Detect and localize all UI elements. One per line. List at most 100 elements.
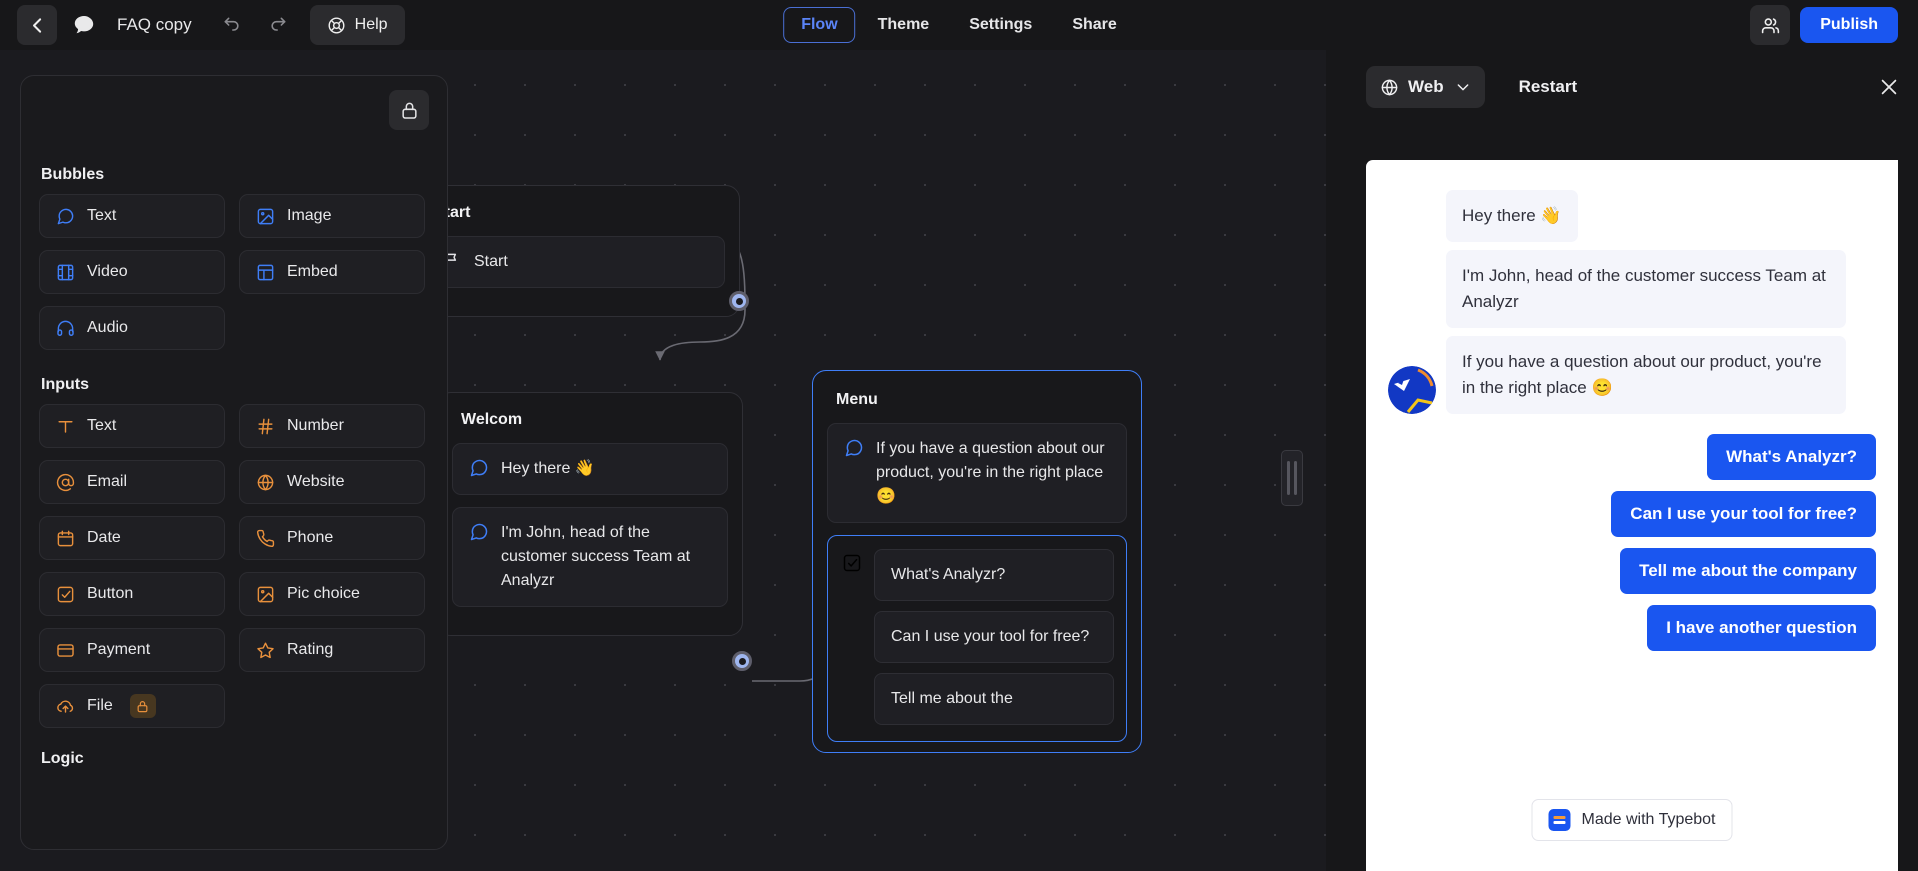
chat-preview: Hey there 👋 I'm John, head of the custom… xyxy=(1366,160,1898,871)
panel-resize-handle[interactable] xyxy=(1281,450,1303,506)
block-item-label: Text xyxy=(87,207,117,224)
image-icon xyxy=(256,584,276,604)
block-item-label: Number xyxy=(287,417,344,434)
group-menu[interactable]: Menu If you have a question about our pr… xyxy=(812,370,1142,753)
block-item-label: Video xyxy=(87,263,128,280)
typebot-logo-icon xyxy=(1548,809,1571,831)
section-title-inputs: Inputs xyxy=(41,376,89,393)
block-item-label: Audio xyxy=(87,319,128,336)
bot-message: If you have a question about our product… xyxy=(1446,336,1846,414)
globe-icon xyxy=(1380,78,1399,97)
chat-scroll-area[interactable]: Hey there 👋 I'm John, head of the custom… xyxy=(1366,160,1898,871)
chevron-down-icon xyxy=(1455,79,1471,95)
help-button[interactable]: Help xyxy=(309,5,405,45)
answer-button-whats-analyzr[interactable]: What's Analyzr? xyxy=(1707,434,1876,480)
answer-button-about-company[interactable]: Tell me about the company xyxy=(1620,548,1876,594)
preview-header: Web Restart xyxy=(1326,50,1918,124)
block-item-audio-bubble[interactable]: Audio xyxy=(39,306,225,350)
type-icon xyxy=(56,416,76,436)
group-welcom[interactable]: Welcom Hey there 👋 I'm John, head of the… xyxy=(437,392,752,671)
section-title-bubbles: Bubbles xyxy=(41,166,105,183)
top-bar-right: Publish xyxy=(1750,5,1898,45)
block-item-button-input[interactable]: Button xyxy=(39,572,225,616)
preview-source-select[interactable]: Web xyxy=(1366,66,1485,108)
group-title: Welcom xyxy=(461,411,523,428)
lock-sidebar-button[interactable] xyxy=(389,90,429,130)
block-label: I'm John, head of the customer success T… xyxy=(501,524,691,589)
block-item-label: Image xyxy=(287,207,332,224)
block-item-payment-input[interactable]: Payment xyxy=(39,628,225,672)
answer-choices: What's Analyzr? Can I use your tool for … xyxy=(1388,434,1876,651)
tab-share[interactable]: Share xyxy=(1054,7,1134,43)
group-start[interactable]: Start Start xyxy=(410,185,749,317)
block-item-label: Phone xyxy=(287,529,334,546)
block-item-date-input[interactable]: Date xyxy=(39,516,225,560)
lock-icon xyxy=(401,102,417,119)
made-with-typebot-badge[interactable]: Made with Typebot xyxy=(1531,799,1733,841)
collaborators-button[interactable] xyxy=(1750,5,1791,45)
block-item-label: Pic choice xyxy=(287,585,360,602)
phone-icon xyxy=(256,528,276,548)
choice-item-list: What's Analyzr? Can I use your tool for … xyxy=(874,549,1114,735)
output-port-start[interactable] xyxy=(729,291,749,311)
block-item-text-input[interactable]: Text xyxy=(39,404,225,448)
bubbles-block-grid: Text Image Video Embed Audio xyxy=(39,194,429,350)
block-item-label: Payment xyxy=(87,641,151,658)
block-button-choice[interactable]: What's Analyzr? Can I use your tool for … xyxy=(827,535,1127,742)
block-item-website-input[interactable]: Website xyxy=(239,460,425,504)
block-text-hey-there[interactable]: Hey there 👋 xyxy=(452,443,728,495)
restart-button[interactable]: Restart xyxy=(1519,77,1578,97)
undo-button[interactable] xyxy=(212,5,252,45)
close-preview-button[interactable] xyxy=(1878,76,1900,98)
choice-item[interactable]: What's Analyzr? xyxy=(874,549,1114,601)
tab-theme[interactable]: Theme xyxy=(860,7,948,43)
block-item-rating-input[interactable]: Rating xyxy=(239,628,425,672)
logo-bar xyxy=(1553,821,1566,824)
logo-bar xyxy=(1553,816,1566,819)
block-item-email-input[interactable]: Email xyxy=(39,460,225,504)
made-with-label: Made with Typebot xyxy=(1581,811,1716,828)
answer-button-free-tool[interactable]: Can I use your tool for free? xyxy=(1611,491,1876,537)
block-text-intro[interactable]: I'm John, head of the customer success T… xyxy=(452,507,728,607)
message-square-icon xyxy=(844,438,864,458)
bot-message-column: If you have a question about our product… xyxy=(1446,336,1876,414)
block-item-video-bubble[interactable]: Video xyxy=(39,250,225,294)
redo-button[interactable] xyxy=(258,5,298,45)
tab-settings[interactable]: Settings xyxy=(951,7,1050,43)
top-bar-left: FAQ copy Help xyxy=(0,5,405,45)
block-label: Start xyxy=(474,253,508,270)
block-label: Hey there 👋 xyxy=(501,460,595,477)
image-icon xyxy=(256,206,276,226)
tab-flow[interactable]: Flow xyxy=(783,7,856,43)
block-item-pic-choice-input[interactable]: Pic choice xyxy=(239,572,425,616)
handle-bar xyxy=(1294,461,1297,495)
block-item-phone-input[interactable]: Phone xyxy=(239,516,425,560)
section-title-logic: Logic xyxy=(41,750,84,767)
block-item-image-bubble[interactable]: Image xyxy=(239,194,425,238)
answer-button-another-question[interactable]: I have another question xyxy=(1647,605,1876,651)
lock-icon xyxy=(129,694,156,718)
group-title: Menu xyxy=(836,391,878,408)
users-icon xyxy=(1761,17,1779,33)
block-item-embed-bubble[interactable]: Embed xyxy=(239,250,425,294)
block-item-label: Text xyxy=(87,417,117,434)
block-item-file-input[interactable]: File xyxy=(39,684,225,728)
blocks-sidebar: Bubbles Text Image Video Embed Audio Inp… xyxy=(20,75,448,850)
output-port-welcom[interactable] xyxy=(732,651,752,671)
block-text-menu-intro[interactable]: If you have a question about our product… xyxy=(827,423,1127,523)
bot-message: I'm John, head of the customer success T… xyxy=(1446,250,1846,328)
publish-button[interactable]: Publish xyxy=(1800,7,1898,43)
choice-item[interactable]: Tell me about the xyxy=(874,673,1114,725)
block-item-label: Date xyxy=(87,529,121,546)
top-bar: FAQ copy Help Flow Theme Settings Share xyxy=(0,0,1918,50)
typebot-title[interactable]: FAQ copy xyxy=(111,15,206,35)
block-start[interactable]: Start xyxy=(425,236,725,288)
chevron-left-icon xyxy=(32,17,41,33)
block-item-text-bubble[interactable]: Text xyxy=(39,194,225,238)
layout-icon xyxy=(256,262,276,282)
block-item-number-input[interactable]: Number xyxy=(239,404,425,448)
back-button[interactable] xyxy=(17,5,57,45)
block-label: If you have a question about our product… xyxy=(876,440,1105,505)
choice-item[interactable]: Can I use your tool for free? xyxy=(874,611,1114,663)
group-title: Start xyxy=(434,204,471,221)
